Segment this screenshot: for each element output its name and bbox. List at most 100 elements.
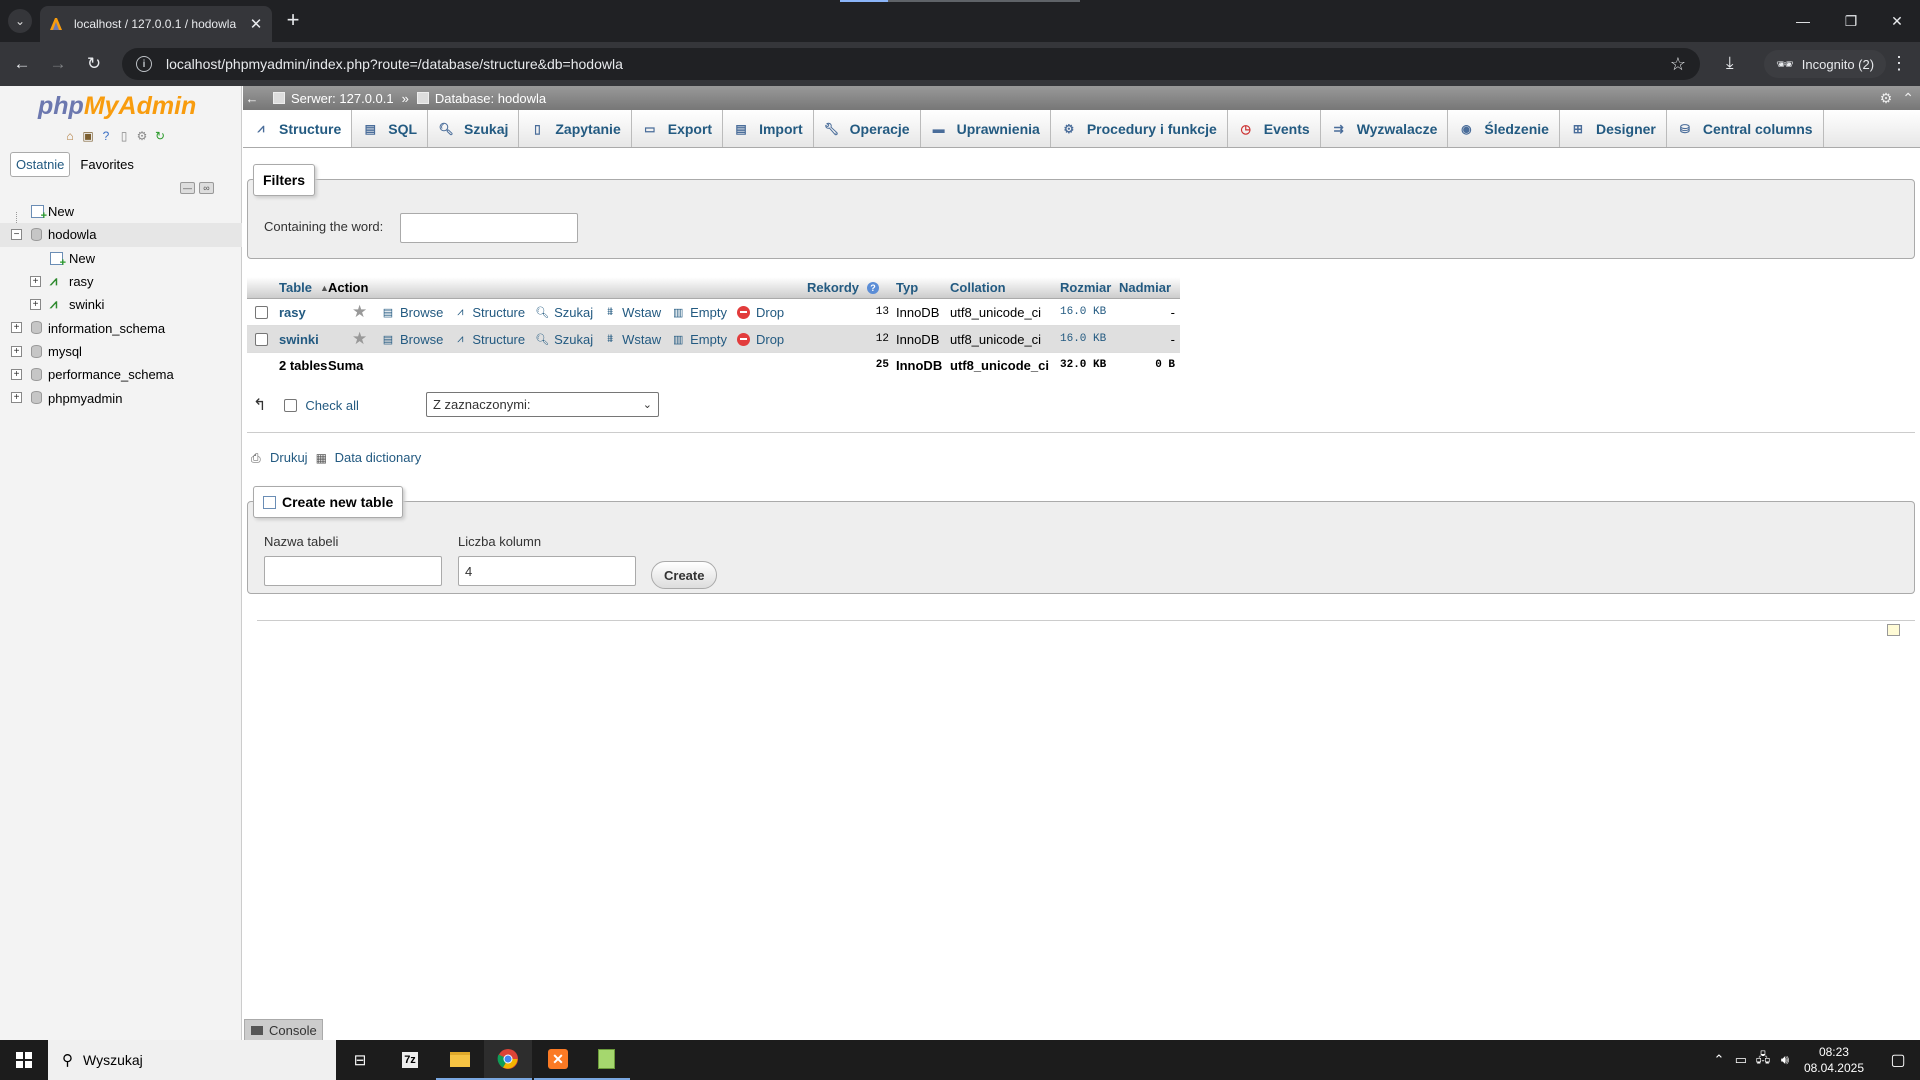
- tree-item-mysql[interactable]: + mysql: [0, 340, 242, 363]
- notepad-plus-plus-icon[interactable]: [582, 1040, 630, 1080]
- link-with-main-icon[interactable]: ∞: [199, 182, 214, 194]
- tab-structure[interactable]: ⩘ Structure: [243, 110, 353, 147]
- 7zip-icon[interactable]: 7z: [386, 1040, 434, 1080]
- table-size[interactable]: 16.0 KB: [1060, 299, 1106, 325]
- address-bar[interactable]: i localhost/phpmyadmin/index.php?route=/…: [122, 48, 1700, 80]
- search-action[interactable]: 🔍︎ Szukaj: [535, 332, 593, 347]
- network-icon[interactable]: 🖧︎: [1752, 1049, 1774, 1071]
- bookmark-star-icon[interactable]: ☆: [1670, 54, 1686, 75]
- favorite-star-icon[interactable]: ★: [352, 329, 367, 349]
- tab-search[interactable]: 🔍︎ Szukaj: [428, 110, 520, 147]
- table-size[interactable]: 16.0 KB: [1060, 326, 1106, 352]
- collapse-top-menu-icon[interactable]: ⌃: [1902, 90, 1914, 107]
- xampp-icon[interactable]: ✕: [534, 1040, 582, 1080]
- collapse-all-icon[interactable]: —: [180, 182, 195, 194]
- browse-action[interactable]: ▤ Browse: [381, 332, 444, 347]
- empty-action[interactable]: ▥ Empty: [671, 305, 727, 320]
- close-window-button[interactable]: ✕: [1874, 0, 1920, 42]
- check-all-label[interactable]: Check all: [305, 398, 358, 413]
- notifications-icon[interactable]: ▢: [1876, 1050, 1920, 1070]
- page-settings-gear-icon[interactable]: ⚙: [1880, 90, 1893, 107]
- filter-word-input[interactable]: [400, 213, 578, 243]
- table-name-link[interactable]: swinki: [279, 326, 319, 352]
- insert-action[interactable]: ⩩ Wstaw: [603, 332, 661, 347]
- close-tab-icon[interactable]: ✕: [248, 15, 264, 33]
- taskbar-search[interactable]: ⚲ Wyszukaj: [48, 1040, 336, 1080]
- tree-item-table-swinki[interactable]: + ⩘ swinki: [0, 293, 242, 316]
- expand-icon[interactable]: +: [11, 322, 22, 334]
- insert-action[interactable]: ⩩ Wstaw: [603, 305, 661, 320]
- refresh-icon[interactable]: ↻: [152, 128, 168, 144]
- settings-gear-icon[interactable]: ⚙: [134, 128, 150, 144]
- tree-item-new-table[interactable]: New: [0, 247, 242, 270]
- row-checkbox[interactable]: [255, 332, 268, 346]
- incognito-indicator[interactable]: 🕶 Incognito (2): [1764, 50, 1887, 78]
- phpmyadmin-logo[interactable]: phpMyAdmin: [38, 92, 196, 121]
- volume-icon[interactable]: 🔊︎: [1774, 1052, 1796, 1068]
- structure-action[interactable]: ⩘ Structure: [453, 305, 525, 320]
- help-icon[interactable]: ?: [867, 281, 880, 294]
- with-selected-dropdown[interactable]: Z zaznaczonymi: ⌄: [426, 392, 659, 417]
- forward-button[interactable]: →: [46, 52, 70, 76]
- expand-icon[interactable]: +: [11, 345, 22, 357]
- documentation-icon[interactable]: ▯: [116, 128, 132, 144]
- file-explorer-icon[interactable]: [436, 1040, 484, 1080]
- chrome-icon[interactable]: [484, 1040, 532, 1080]
- column-header-rows[interactable]: Rekordy?: [807, 277, 880, 298]
- tab-query[interactable]: ▯ Zapytanie: [519, 110, 632, 147]
- column-header-table[interactable]: Table ▲: [279, 277, 329, 298]
- expand-icon[interactable]: +: [11, 392, 22, 404]
- tree-item-new-database[interactable]: New: [0, 200, 242, 223]
- tab-export[interactable]: ▭ Export: [632, 110, 724, 147]
- new-tab-button[interactable]: +: [282, 9, 304, 32]
- tree-item-table-rasy[interactable]: + ⩘ rasy: [0, 270, 242, 293]
- help-icon[interactable]: ?: [98, 128, 114, 144]
- column-header-collation[interactable]: Collation: [950, 277, 1006, 298]
- start-button[interactable]: [0, 1040, 48, 1080]
- tab-recent[interactable]: Ostatnie: [10, 152, 71, 177]
- site-info-icon[interactable]: i: [136, 56, 152, 72]
- browser-menu-icon[interactable]: ⋮: [1890, 54, 1908, 72]
- drop-action[interactable]: Drop: [737, 332, 784, 347]
- tab-sql[interactable]: ▤ SQL: [352, 110, 429, 147]
- clock[interactable]: 08:23 08.04.2025: [1804, 1044, 1864, 1076]
- breadcrumb-database[interactable]: Database: hodowla: [416, 91, 546, 106]
- browser-tab[interactable]: localhost / 127.0.0.1 / hodowla ✕: [40, 6, 272, 42]
- back-button[interactable]: ←: [10, 52, 34, 76]
- tree-item-hodowla[interactable]: − hodowla: [0, 223, 242, 247]
- table-name-link[interactable]: rasy: [279, 299, 306, 325]
- download-icon[interactable]: ⤓: [1726, 53, 1734, 73]
- expand-icon[interactable]: +: [30, 299, 41, 311]
- tab-tracking[interactable]: ◉ Śledzenie: [1448, 110, 1560, 147]
- table-name-input[interactable]: [264, 556, 442, 586]
- browse-action[interactable]: ▤ Browse: [381, 305, 444, 320]
- collapse-icon[interactable]: −: [11, 229, 22, 241]
- minimize-button[interactable]: —: [1780, 0, 1826, 42]
- breadcrumb-server[interactable]: Serwer: 127.0.0.1: [273, 91, 394, 106]
- favorite-star-icon[interactable]: ★: [352, 302, 367, 322]
- tab-operations[interactable]: 🔧︎ Operacje: [814, 110, 921, 147]
- show-hidden-icons-chevron-icon[interactable]: ⌃: [1708, 1052, 1730, 1068]
- logout-icon[interactable]: ▣: [80, 128, 96, 144]
- tab-triggers[interactable]: ⇉ Wyzwalacze: [1321, 110, 1449, 147]
- page-settings-icon[interactable]: [1887, 624, 1900, 636]
- toggle-navigation-icon[interactable]: ←: [243, 91, 261, 106]
- tree-item-performance-schema[interactable]: + performance_schema: [0, 363, 242, 386]
- structure-action[interactable]: ⩘ Structure: [453, 332, 525, 347]
- tab-central-columns[interactable]: ⛁ Central columns: [1667, 110, 1824, 147]
- tab-privileges[interactable]: ▬ Uprawnienia: [921, 110, 1051, 147]
- tab-events[interactable]: ◷ Events: [1228, 110, 1321, 147]
- search-action[interactable]: 🔍︎ Szukaj: [535, 305, 593, 320]
- empty-action[interactable]: ▥ Empty: [671, 332, 727, 347]
- row-checkbox[interactable]: [255, 305, 268, 319]
- drop-action[interactable]: Drop: [737, 305, 784, 320]
- tab-designer[interactable]: ⊞ Designer: [1560, 110, 1667, 147]
- create-button[interactable]: Create: [651, 561, 718, 589]
- column-header-type[interactable]: Typ: [896, 277, 918, 298]
- tab-favorites[interactable]: Favorites: [74, 152, 139, 177]
- restore-button[interactable]: ❐: [1828, 0, 1874, 42]
- tree-item-information-schema[interactable]: + information_schema: [0, 316, 242, 339]
- data-dictionary-link[interactable]: ▦ Data dictionary: [316, 450, 422, 465]
- print-link[interactable]: ⎙ Drukuj: [251, 450, 308, 465]
- tab-import[interactable]: ▤ Import: [723, 110, 814, 147]
